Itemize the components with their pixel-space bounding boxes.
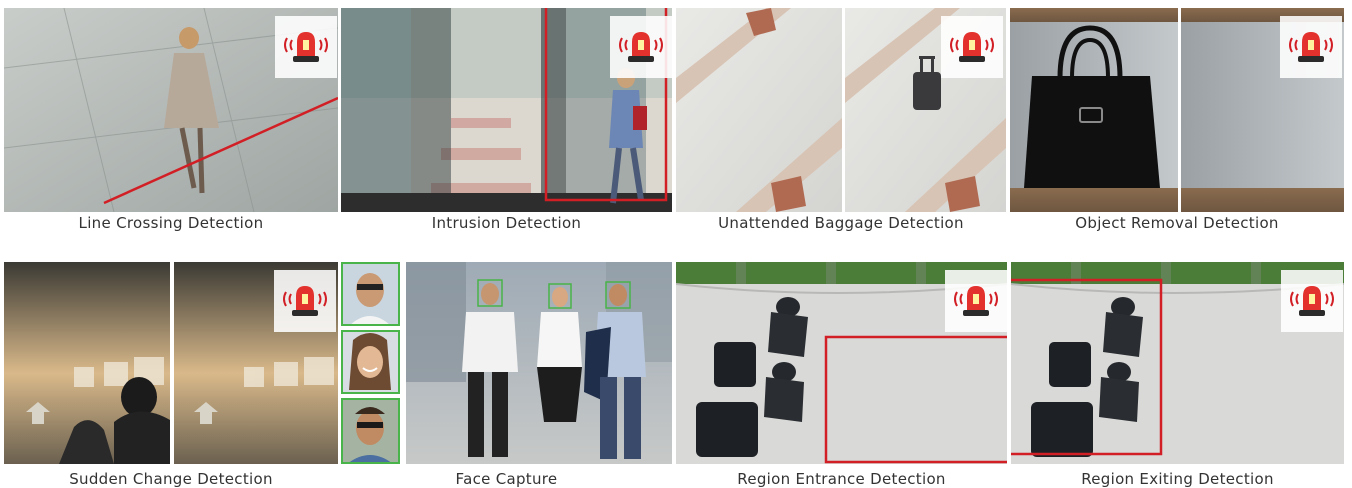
- sudden-change-image-after: [174, 262, 338, 464]
- alarm-siren-icon: [275, 16, 337, 78]
- unattended-baggage-image-after: [845, 8, 1006, 212]
- unattended-baggage-image-before: [676, 8, 842, 212]
- intrusion-image: [341, 8, 672, 212]
- caption-region-entrance: Region Entrance Detection: [737, 470, 946, 488]
- caption-sudden-change: Sudden Change Detection: [69, 470, 273, 488]
- caption-object-removal: Object Removal Detection: [1075, 214, 1279, 232]
- alarm-siren-icon: [1280, 16, 1342, 78]
- object-removal-image-before: [1010, 8, 1178, 212]
- alarm-siren-icon: [610, 16, 672, 78]
- face-thumbnail: [341, 262, 400, 326]
- caption-intrusion: Intrusion Detection: [431, 214, 582, 232]
- caption-unattended-baggage: Unattended Baggage Detection: [718, 214, 964, 232]
- alarm-siren-icon: [945, 270, 1007, 332]
- region-entrance-image: [676, 262, 1007, 464]
- sudden-change-image-before: [4, 262, 170, 464]
- alarm-siren-icon: [941, 16, 1003, 78]
- region-exiting-image: [1011, 262, 1344, 464]
- line-crossing-image: [4, 8, 338, 212]
- face-thumbnail: [341, 330, 400, 394]
- caption-face-capture: Face Capture: [455, 470, 558, 488]
- face-thumbnail: [341, 398, 400, 464]
- alarm-siren-icon: [1281, 270, 1343, 332]
- face-capture-image: [406, 262, 672, 464]
- alarm-siren-icon: [274, 270, 336, 332]
- caption-region-exiting: Region Exiting Detection: [1081, 470, 1274, 488]
- caption-line-crossing: Line Crossing Detection: [78, 214, 264, 232]
- object-removal-image-after: [1181, 8, 1344, 212]
